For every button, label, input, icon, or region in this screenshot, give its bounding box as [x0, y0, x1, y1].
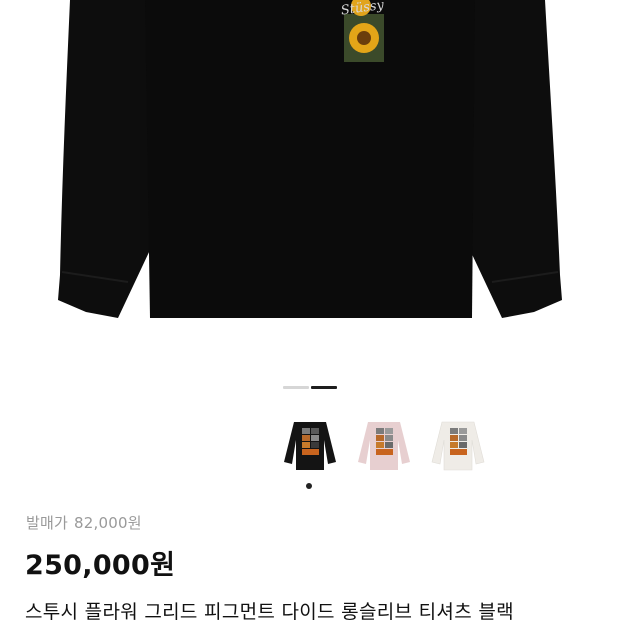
thumbnail-pink[interactable] [354, 418, 414, 474]
selected-thumbnail-indicator [306, 483, 312, 489]
thumbnail-black[interactable] [280, 418, 340, 474]
retail-price-row: 발매가 82,000원 [26, 512, 142, 533]
pager-segment-1[interactable] [283, 386, 309, 389]
pager-segment-2[interactable] [311, 386, 337, 389]
retail-price-label: 발매가 [26, 514, 69, 532]
retail-price-value: 82,000원 [74, 514, 142, 532]
color-thumbnails [280, 418, 488, 474]
current-price: 250,000원 [25, 550, 176, 581]
product-hero-image[interactable]: Stüssy [0, 0, 620, 370]
carousel-pager [283, 386, 337, 389]
thumbnail-white[interactable] [428, 418, 488, 474]
